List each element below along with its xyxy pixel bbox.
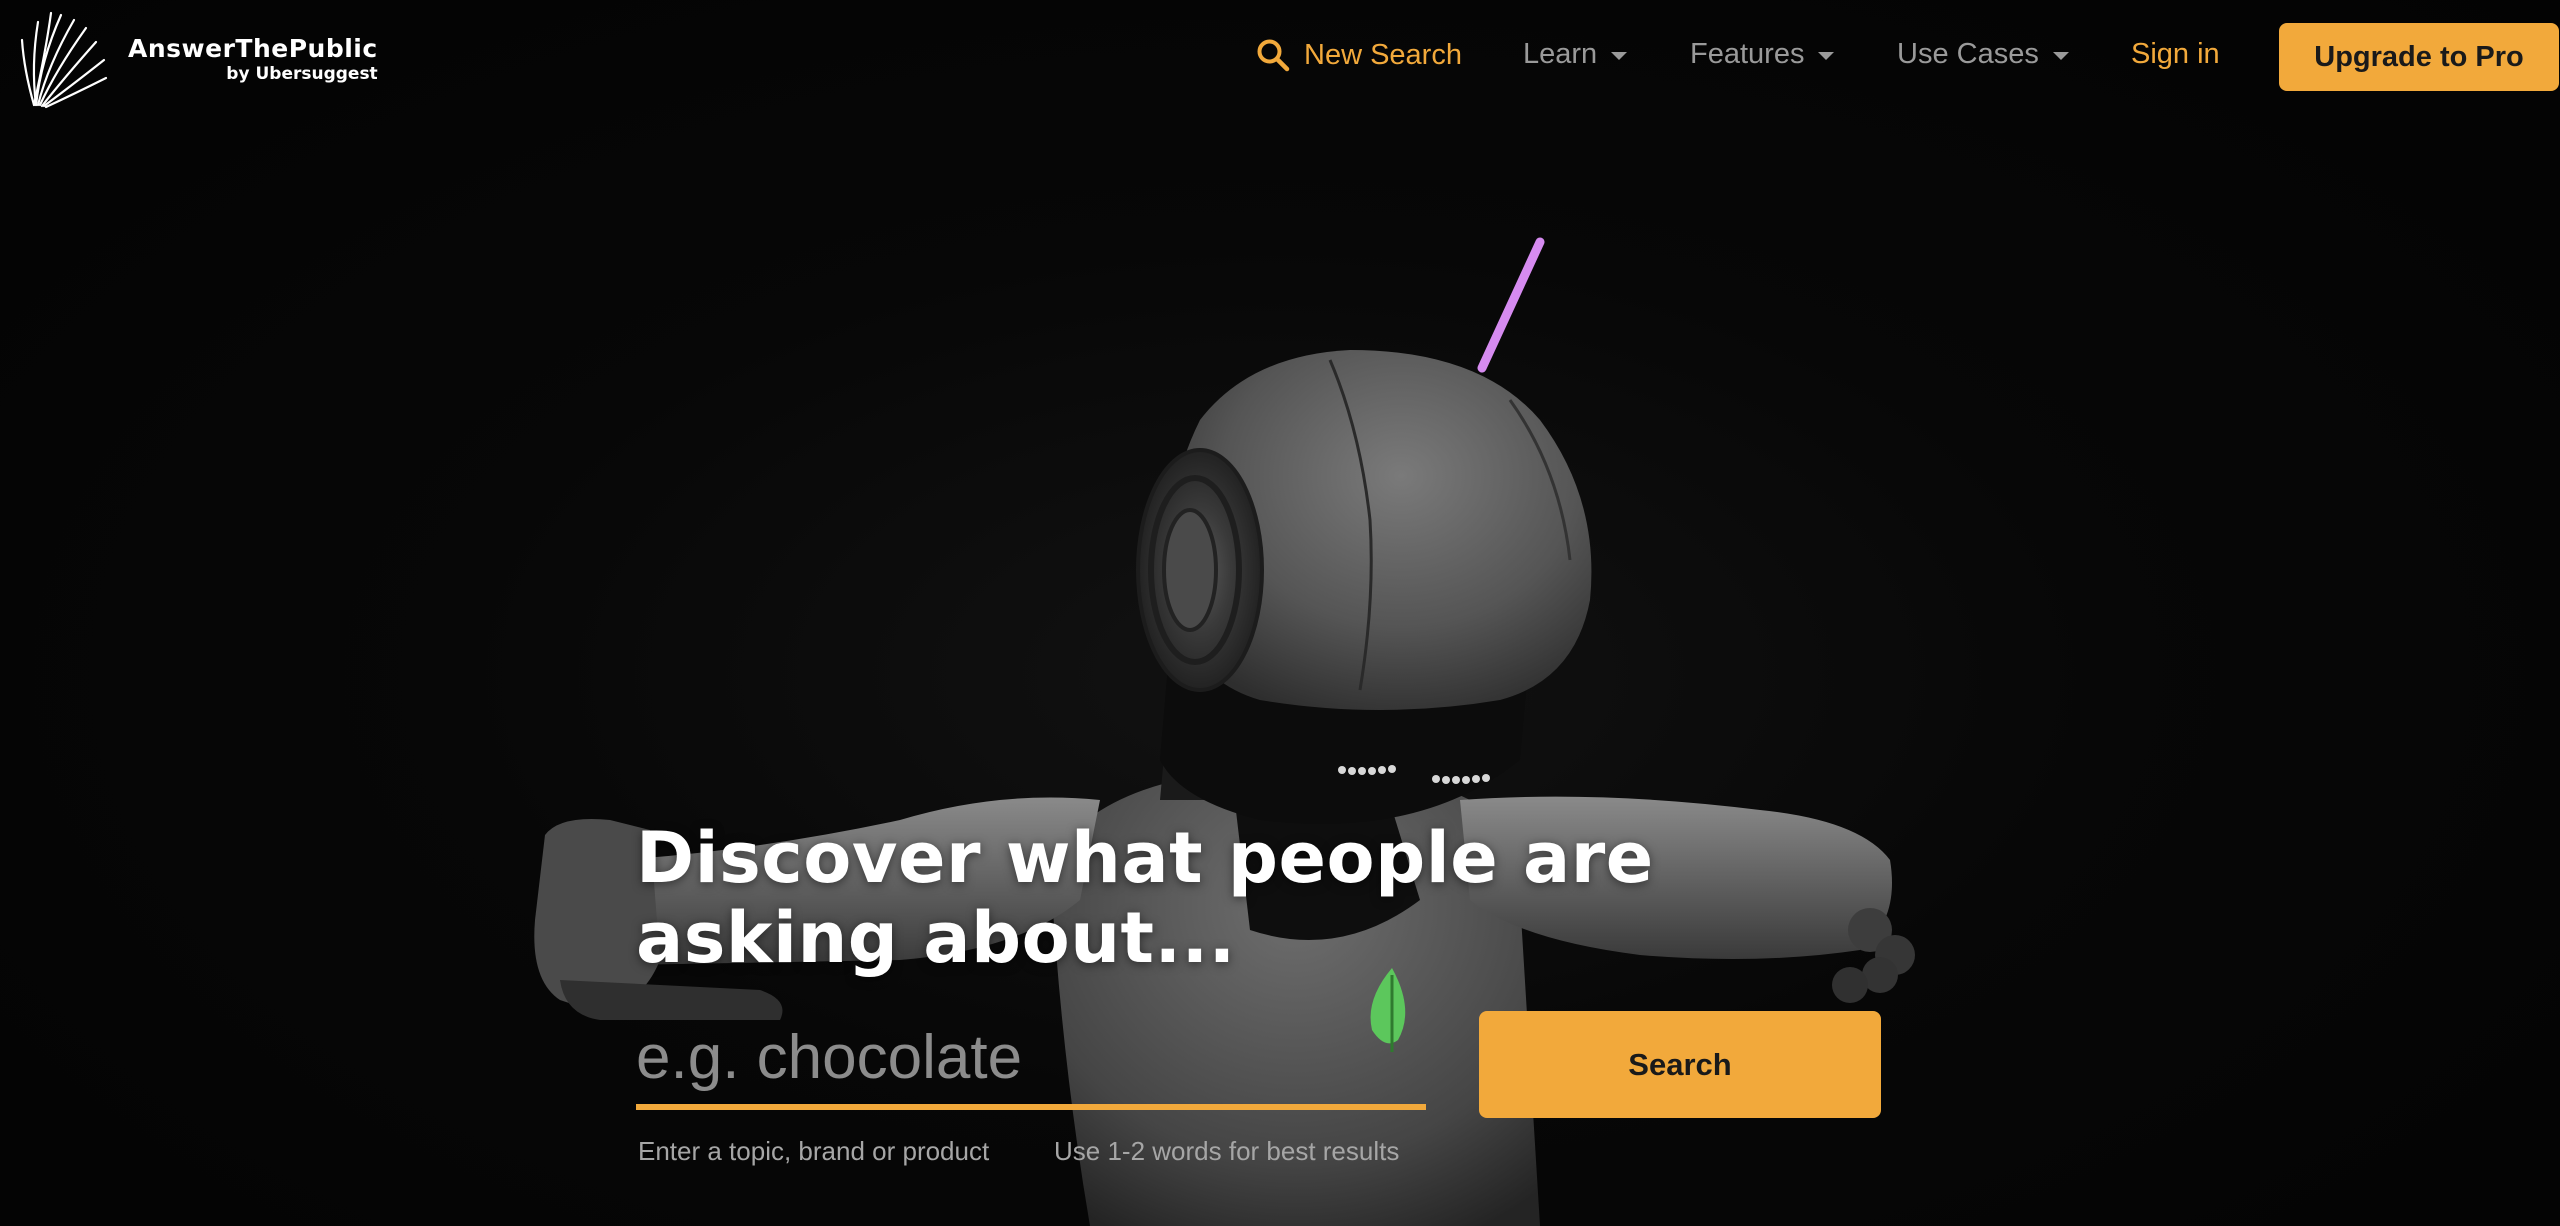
new-search-link[interactable]: New Search [1256, 38, 1462, 72]
sign-in-link[interactable]: Sign in [2131, 38, 2220, 71]
page: AnswerThePublic by Ubersuggest New Searc… [0, 0, 2560, 1226]
hero-title: Discover what people are asking about... [636, 817, 1654, 979]
search-icon [1257, 39, 1290, 72]
caret-down-icon [2052, 51, 2069, 60]
search-hint-words: Use 1-2 words for best results [1054, 1136, 1400, 1166]
nav-learn-dropdown[interactable]: Learn [1523, 38, 1628, 71]
brand-logo[interactable]: AnswerThePublic by Ubersuggest [16, 10, 378, 110]
upgrade-to-pro-button[interactable]: Upgrade to Pro [2279, 23, 2559, 91]
caret-down-icon [1818, 51, 1835, 60]
caret-down-icon [1611, 51, 1628, 60]
nav-learn-label: Learn [1523, 38, 1598, 70]
search-hint-topic: Enter a topic, brand or product [638, 1136, 990, 1166]
nav-use-cases-dropdown[interactable]: Use Cases [1897, 38, 2069, 71]
new-search-label: New Search [1304, 38, 1462, 71]
brand-text: AnswerThePublic by Ubersuggest [128, 35, 378, 85]
search-input[interactable] [636, 1010, 1426, 1110]
nav-features-dropdown[interactable]: Features [1690, 38, 1835, 71]
top-navbar: AnswerThePublic by Ubersuggest New Searc… [0, 0, 2560, 118]
nav-use-cases-label: Use Cases [1897, 38, 2039, 70]
brand-name: AnswerThePublic [128, 34, 378, 63]
brand-by: by Ubersuggest [226, 64, 378, 84]
search-button[interactable]: Search [1479, 1011, 1881, 1118]
starburst-logo-icon [20, 11, 108, 109]
nav-features-label: Features [1690, 38, 1805, 70]
